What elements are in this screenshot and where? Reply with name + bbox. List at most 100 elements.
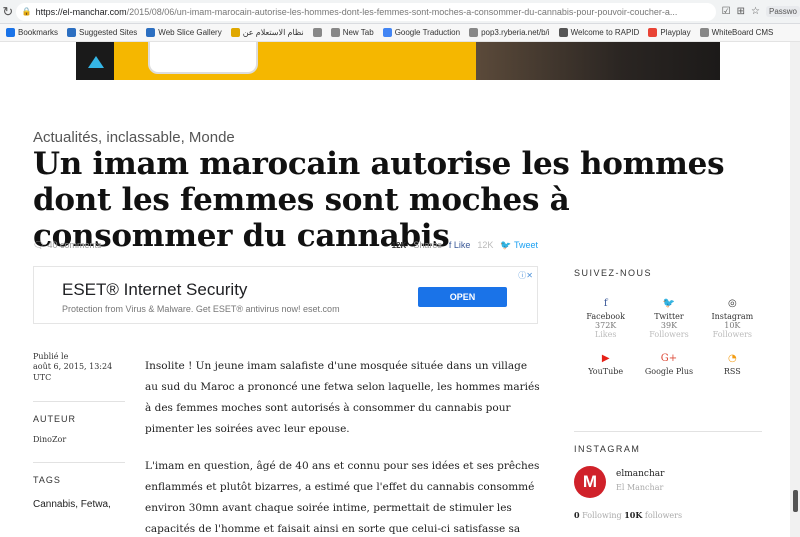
grid-icon <box>648 28 658 37</box>
like-label: Like <box>453 240 471 250</box>
article-paragraph: L'imam en question, âgé de 40 ans et con… <box>145 460 540 535</box>
tweet-button[interactable]: 🐦 Tweet <box>500 240 538 251</box>
globe-icon <box>312 28 322 37</box>
comments-count: 40 comments <box>47 240 102 250</box>
extensions-area: ☑ ⊞ ☆ Passwo <box>722 6 800 17</box>
social-count: 372K <box>595 321 617 330</box>
tags-list[interactable]: Cannabis, Fetwa, <box>33 499 125 510</box>
article-categories[interactable]: Actualités, inclassable, Monde <box>33 129 235 146</box>
ad-headline[interactable]: ESET® Internet Security <box>62 280 247 300</box>
adchoices-icon[interactable]: ⓘ✕ <box>518 270 533 281</box>
social-rss-link[interactable]: ◔ RSS <box>701 353 764 376</box>
bookmark-item[interactable]: Web Slice Gallery <box>146 28 222 37</box>
bookmark-item[interactable]: نظام الاستعلام عن <box>230 28 304 37</box>
facebook-icon: f <box>448 240 452 250</box>
shares-label: Shares <box>413 240 442 250</box>
bookmark-label: Google Traduction <box>394 28 461 37</box>
social-grid: f Facebook 372K Likes 🐦 Twitter 39K Followers ◎ I… <box>574 298 764 376</box>
bookmark-label: WhiteBoard CMS <box>711 28 774 37</box>
bookmark-item[interactable]: New Tab <box>330 28 374 37</box>
bookmark-label: Welcome to RAPID <box>570 28 640 37</box>
page-icon <box>699 28 709 37</box>
article-side-meta: Publié le août 6, 2015, 13:24 UTC AUTEUR… <box>33 352 125 510</box>
bookmark-item[interactable]: Bookmarks <box>6 28 58 37</box>
bookmark-item[interactable]: WhiteBoard CMS <box>699 28 774 37</box>
bookmark-label: New Tab <box>342 28 374 37</box>
bookmark-item[interactable]: Google Traduction <box>382 28 461 37</box>
translate-icon <box>382 28 392 37</box>
twitter-icon: 🐦 <box>662 298 676 309</box>
url-domain: https://el-manchar.com <box>35 6 127 17</box>
reload-icon[interactable]: ↻ <box>0 4 16 20</box>
passwords-button[interactable]: Passwo <box>765 6 800 17</box>
social-twitter-link[interactable]: 🐦 Twitter 39K Followers <box>637 298 700 339</box>
published-label: Publié le <box>33 352 69 361</box>
bookmark-item[interactable] <box>312 28 322 37</box>
bookmark-label: pop3.ryberia.net/b/i <box>481 28 550 37</box>
ad-subtext: Protection from Virus & Malware. Get ESE… <box>62 304 340 314</box>
url-field[interactable]: 🔒 https://el-manchar.com/2015/08/06/un-i… <box>15 2 716 21</box>
social-name: RSS <box>723 367 741 376</box>
shares-count: 12K <box>391 240 407 250</box>
instagram-icon: ◎ <box>727 298 737 309</box>
article-meta-row: 🗨 40 comments 12K Shares f Like 12K 🐦 Tw… <box>33 238 538 252</box>
comment-icon: 🗨 <box>33 239 45 250</box>
avatar[interactable]: M <box>574 466 606 498</box>
url-path: /2015/08/06/un-imam-marocain-autorise-le… <box>126 6 678 17</box>
bookmark-star-icon[interactable]: ☆ <box>751 6 760 17</box>
author-link[interactable]: DinoZor <box>33 435 125 444</box>
bookmark-label: Suggested Sites <box>79 28 138 37</box>
google-plus-icon: G+ <box>660 353 678 364</box>
social-unit: Likes <box>594 330 617 339</box>
address-bar: ↻ 🔒 https://el-manchar.com/2015/08/06/un… <box>0 0 800 24</box>
youtube-icon: ▶ <box>601 353 610 364</box>
author-heading: AUTEUR <box>33 414 77 424</box>
facebook-icon: f <box>603 298 608 309</box>
ie-icon <box>67 28 77 37</box>
bookmark-item[interactable]: pop3.ryberia.net/b/i <box>469 28 550 37</box>
ad-open-button[interactable]: OPEN <box>418 287 507 307</box>
published-date: août 6, 2015, 13:24 UTC <box>33 362 113 382</box>
like-count: 12K <box>477 240 494 250</box>
banner-photo <box>476 42 720 80</box>
social-facebook-link[interactable]: f Facebook 372K Likes <box>574 298 637 339</box>
extension-icon[interactable]: ☑ <box>722 6 731 17</box>
share-bar: 12K Shares f Like 12K 🐦 Tweet <box>392 240 538 251</box>
social-name: Facebook <box>586 312 625 321</box>
top-ad-banner[interactable] <box>76 42 720 80</box>
social-name: Twitter <box>654 312 684 321</box>
rss-icon: ◔ <box>727 353 737 364</box>
ie-icon <box>146 28 156 37</box>
bookmark-label: Bookmarks <box>18 28 59 37</box>
divider <box>574 431 762 432</box>
social-count: 10K <box>724 321 741 330</box>
tags-heading: TAGS <box>33 475 61 485</box>
bookmark-label: Playplay <box>660 28 691 37</box>
twitter-icon: 🐦 <box>500 239 512 250</box>
bookmark-item[interactable]: Playplay <box>648 28 691 37</box>
bookmark-item[interactable]: Suggested Sites <box>67 28 137 37</box>
page-icon <box>330 28 340 37</box>
like-button[interactable]: f Like <box>449 240 471 250</box>
eset-ad[interactable]: ESET® Internet Security Protection from … <box>33 266 538 324</box>
social-unit: Followers <box>712 330 752 339</box>
tweet-label: Tweet <box>513 239 538 250</box>
social-instagram-link[interactable]: ◎ Instagram 10K Followers <box>701 298 764 339</box>
bookmark-item[interactable]: Welcome to RAPID <box>558 28 640 37</box>
bookmark-label: نظام الاستعلام عن <box>242 28 304 37</box>
social-google-plus-link[interactable]: G+ Google Plus <box>637 353 700 376</box>
phone-image <box>76 42 114 80</box>
social-name: Instagram <box>711 312 754 321</box>
article-paragraph: Insolite ! Un jeune imam salafiste d'une… <box>145 360 540 435</box>
star-icon <box>6 28 15 37</box>
followers-count: 10K <box>624 510 643 520</box>
lock-icon[interactable]: 🔒 <box>22 7 32 16</box>
scrollbar[interactable] <box>790 42 800 537</box>
instagram-handle[interactable]: elmanchar <box>616 469 664 479</box>
article-body: Insolite ! Un jeune imam salafiste d'une… <box>145 356 540 537</box>
bookmark-label: Web Slice Gallery <box>158 28 222 37</box>
comments-link[interactable]: 🗨 40 comments <box>33 240 101 251</box>
social-youtube-link[interactable]: ▶ YouTube <box>574 353 637 376</box>
extension-icon[interactable]: ⊞ <box>737 6 745 17</box>
scrollbar-thumb[interactable] <box>793 490 798 512</box>
